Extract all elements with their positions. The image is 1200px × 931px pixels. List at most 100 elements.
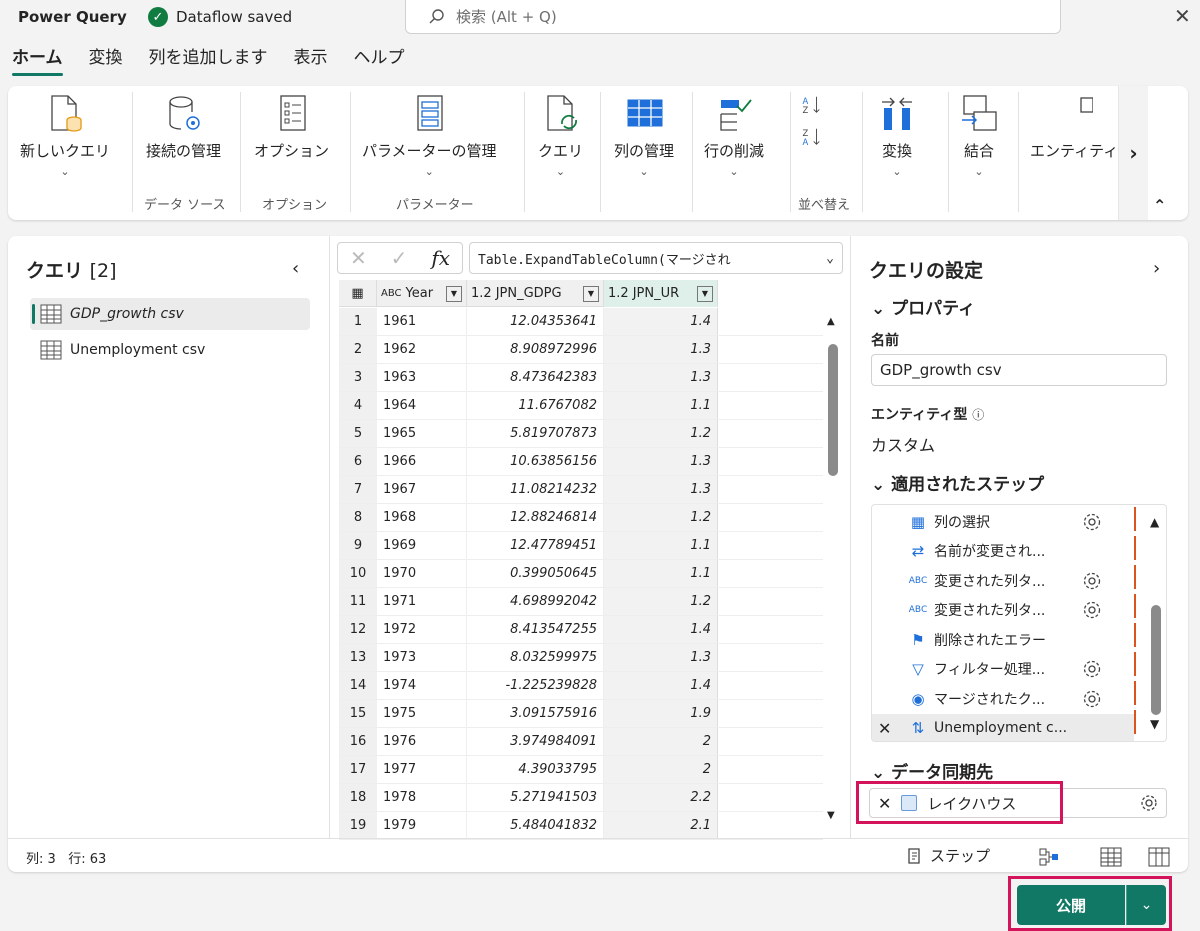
- cell-jpn-gdpg[interactable]: 11.6767082: [467, 392, 604, 419]
- filter-dropdown-icon[interactable]: ▼: [583, 285, 599, 302]
- cell-year[interactable]: 1977: [377, 756, 467, 783]
- cell-jpn-ur[interactable]: 1.1: [604, 560, 718, 587]
- gear-icon[interactable]: [1082, 689, 1102, 709]
- filter-dropdown-icon[interactable]: ▼: [697, 285, 713, 302]
- scroll-thumb[interactable]: [828, 344, 838, 476]
- column-header-year[interactable]: ABC Year ▼: [377, 280, 467, 307]
- query-item-gdp-growth[interactable]: GDP_growth csv: [30, 298, 310, 330]
- cell-jpn-ur[interactable]: 1.3: [604, 448, 718, 475]
- applied-step[interactable]: ◉ マージされたク...: [872, 684, 1134, 713]
- cell-jpn-ur[interactable]: 1.9: [604, 700, 718, 727]
- table-menu-icon[interactable]: ▦: [339, 280, 377, 307]
- cell-jpn-ur[interactable]: 1.3: [604, 364, 718, 391]
- gear-icon[interactable]: [1140, 794, 1158, 812]
- cell-jpn-ur[interactable]: 2.1: [604, 812, 718, 839]
- cell-jpn-gdpg[interactable]: 5.819707873: [467, 420, 604, 447]
- table-row[interactable]: 5 1965 5.819707873 1.2: [339, 420, 823, 448]
- type-decimal-icon[interactable]: 1.2: [471, 286, 492, 301]
- tab-transform[interactable]: 変換: [77, 44, 137, 76]
- combine-button[interactable]: 結合 ⌄: [960, 94, 998, 178]
- table-row[interactable]: 14 1974 -1.225239828 1.4: [339, 672, 823, 700]
- cell-jpn-ur[interactable]: 1.2: [604, 588, 718, 615]
- table-row[interactable]: 19 1979 5.484041832 2.1: [339, 812, 823, 840]
- applied-step[interactable]: ABC 変更された列タ...: [872, 596, 1134, 625]
- cell-year[interactable]: 1974: [377, 672, 467, 699]
- table-row[interactable]: 1 1961 12.04353641 1.4: [339, 308, 823, 336]
- cell-jpn-gdpg[interactable]: 12.88246814: [467, 504, 604, 531]
- reduce-rows-button[interactable]: 行の削減 ⌄: [704, 94, 764, 178]
- destination-item[interactable]: ✕ レイクハウス: [869, 788, 1167, 818]
- cell-year[interactable]: 1972: [377, 616, 467, 643]
- diagram-view-icon[interactable]: [1038, 847, 1060, 867]
- data-destination-section[interactable]: ⌄ データ同期先: [871, 758, 993, 783]
- cell-year[interactable]: 1975: [377, 700, 467, 727]
- cell-jpn-gdpg[interactable]: -1.225239828: [467, 672, 604, 699]
- cell-year[interactable]: 1971: [377, 588, 467, 615]
- table-row[interactable]: 3 1963 8.473642383 1.3: [339, 364, 823, 392]
- scroll-down-icon[interactable]: ▼: [827, 810, 835, 821]
- table-row[interactable]: 16 1976 3.974984091 2: [339, 728, 823, 756]
- cell-jpn-ur[interactable]: 1.2: [604, 420, 718, 447]
- table-row[interactable]: 2 1962 8.908972996 1.3: [339, 336, 823, 364]
- cell-jpn-gdpg[interactable]: 11.08214232: [467, 476, 604, 503]
- scroll-down-icon[interactable]: ▼: [1150, 717, 1159, 731]
- query-name-input[interactable]: GDP_growth csv: [871, 354, 1167, 386]
- table-row[interactable]: 11 1971 4.698992042 1.2: [339, 588, 823, 616]
- cell-year[interactable]: 1965: [377, 420, 467, 447]
- delete-step-icon[interactable]: ✕: [878, 719, 891, 738]
- steps-scrollbar[interactable]: ▲ ▼: [1148, 509, 1164, 739]
- cell-jpn-ur[interactable]: 1.4: [604, 672, 718, 699]
- applied-step[interactable]: ⇄ 名前が変更され...: [872, 537, 1134, 566]
- publish-button[interactable]: 公開: [1017, 885, 1125, 925]
- cell-jpn-gdpg[interactable]: 0.399050645: [467, 560, 604, 587]
- cell-jpn-ur[interactable]: 1.3: [604, 644, 718, 671]
- cell-jpn-gdpg[interactable]: 4.698992042: [467, 588, 604, 615]
- table-row[interactable]: 13 1973 8.032599975 1.3: [339, 644, 823, 672]
- formula-input[interactable]: Table.ExpandTableColumn(マージされ ⌄: [469, 242, 843, 274]
- tab-add-column[interactable]: 列を追加します: [137, 44, 282, 76]
- applied-step[interactable]: ⚑ 削除されたエラー: [872, 625, 1134, 654]
- cell-jpn-gdpg[interactable]: 12.47789451: [467, 532, 604, 559]
- applied-step[interactable]: ▦ 列の選択: [872, 507, 1134, 536]
- scroll-up-icon[interactable]: ▲: [827, 316, 835, 327]
- scroll-thumb[interactable]: [1151, 605, 1161, 715]
- table-row[interactable]: 18 1978 5.271941503 2.2: [339, 784, 823, 812]
- applied-step[interactable]: ABC 変更された列タ...: [872, 566, 1134, 595]
- query-item-unemployment[interactable]: Unemployment csv: [30, 334, 310, 366]
- cell-year[interactable]: 1962: [377, 336, 467, 363]
- manage-columns-button[interactable]: 列の管理 ⌄: [614, 94, 674, 178]
- scroll-up-icon[interactable]: ▲: [1150, 515, 1159, 529]
- cell-year[interactable]: 1966: [377, 448, 467, 475]
- transform-button[interactable]: 変換 ⌄: [878, 94, 916, 178]
- cell-jpn-gdpg[interactable]: 10.63856156: [467, 448, 604, 475]
- table-row[interactable]: 7 1967 11.08214232 1.3: [339, 476, 823, 504]
- query-button[interactable]: クエリ ⌄: [538, 94, 583, 178]
- sort-ascending-button[interactable]: AZ: [798, 94, 828, 128]
- cell-jpn-gdpg[interactable]: 5.484041832: [467, 812, 604, 839]
- gear-icon[interactable]: [1082, 512, 1102, 532]
- gear-icon[interactable]: [1082, 600, 1102, 620]
- cell-year[interactable]: 1964: [377, 392, 467, 419]
- entity-button[interactable]: エンティティ: [1030, 94, 1118, 161]
- cell-year[interactable]: 1963: [377, 364, 467, 391]
- ribbon-collapse-icon[interactable]: ⌃: [1153, 196, 1166, 215]
- sort-descending-button[interactable]: ZA: [798, 126, 828, 160]
- applied-step[interactable]: ✕ ⇅ Unemployment c...: [872, 713, 1134, 741]
- steps-button[interactable]: ステップ: [906, 845, 990, 866]
- close-icon[interactable]: ✕: [1174, 4, 1191, 28]
- cell-year[interactable]: 1978: [377, 784, 467, 811]
- confirm-formula-icon[interactable]: ✓: [391, 246, 408, 270]
- cell-year[interactable]: 1970: [377, 560, 467, 587]
- column-header-jpn-ur[interactable]: 1.2 JPN_UR ▼: [604, 280, 718, 307]
- tab-view[interactable]: 表示: [282, 44, 342, 76]
- cell-jpn-ur[interactable]: 1.3: [604, 336, 718, 363]
- cell-jpn-gdpg[interactable]: 3.091575916: [467, 700, 604, 727]
- options-button[interactable]: オプション: [254, 94, 329, 161]
- schema-view-icon[interactable]: [1148, 847, 1170, 867]
- gear-icon[interactable]: [1082, 571, 1102, 591]
- cell-jpn-gdpg[interactable]: 8.032599975: [467, 644, 604, 671]
- cell-jpn-gdpg[interactable]: 8.908972996: [467, 336, 604, 363]
- table-row[interactable]: 4 1964 11.6767082 1.1: [339, 392, 823, 420]
- vertical-scrollbar[interactable]: ▲ ▼: [825, 316, 841, 826]
- table-row[interactable]: 9 1969 12.47789451 1.1: [339, 532, 823, 560]
